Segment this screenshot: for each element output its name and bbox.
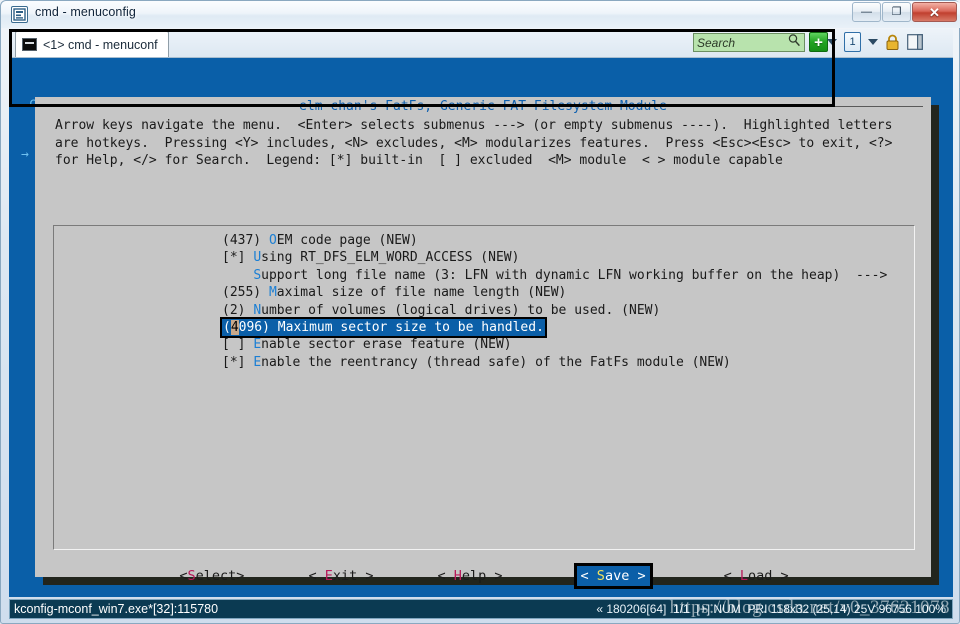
status-left: kconfig-mconf_win7.exe*[32]:115780 (14, 602, 219, 616)
button-label: elp > (461, 568, 503, 584)
close-button[interactable]: ✕ (912, 2, 957, 22)
button-pre: < (723, 568, 740, 584)
window-title: cmd - menuconfig (35, 5, 136, 19)
menu-items: (437) OEM code page (NEW) [*] Using RT_DF… (220, 232, 887, 371)
chevron-down-icon-2[interactable] (868, 32, 878, 52)
item-hotkey: M (268, 285, 277, 301)
item-hotkey: E (253, 337, 262, 353)
button-hotkey: E (324, 568, 333, 584)
dialog-help-text: Arrow keys navigate the menu. <Enter> se… (55, 118, 893, 168)
item-prefix: (437) (222, 233, 269, 248)
search-placeholder: Search (697, 35, 736, 50)
item-label: aximum sector size to be handled. (285, 319, 544, 335)
console-icon (11, 6, 28, 23)
title-rule-left (43, 105, 294, 107)
close-icon: ✕ (929, 4, 940, 20)
screen: cmd - menuconfig — ❐ ✕ <1> cmd - menucon… (0, 0, 960, 624)
item-prefix: [*] (222, 250, 254, 266)
toolbar-icons: 1 (827, 32, 947, 52)
menuconfig-dialog: elm-chan's FatFs, Generic FAT Filesystem… (35, 97, 931, 589)
button-label: oad > (747, 568, 789, 584)
item-prefix: (2) (222, 302, 254, 318)
menu-item[interactable]: (4096) Maximum sector size to be handled… (220, 316, 887, 339)
item-prefix: [*] (222, 354, 254, 370)
dialog-buttons: <Select> < Exit > < Help > < Save > < Load > (53, 559, 915, 593)
dialog-title: elm-chan's FatFs, Generic FAT Filesystem… (299, 98, 667, 114)
window-controls: — ❐ ✕ (852, 2, 957, 22)
item-prefix: (255) (222, 285, 269, 301)
minimize-button[interactable]: — (852, 2, 881, 22)
button-hotkey: L (739, 568, 748, 584)
menu-item[interactable]: Support long file name (3: LFN with dyna… (222, 267, 887, 284)
item-prefix: [ ] (222, 337, 254, 353)
maximize-icon: ❐ (891, 5, 902, 18)
item-cursor: 4 (230, 319, 239, 335)
maximize-button[interactable]: ❐ (882, 2, 911, 22)
console-tab[interactable]: <1> cmd - menuconf (15, 31, 169, 57)
console-toolbar: <1> cmd - menuconf Search + 1 (9, 29, 953, 58)
menu-item[interactable]: (2) Number of volumes (logical drives) t… (222, 302, 887, 319)
button-pre: < (308, 568, 325, 584)
button-label: elect> (195, 568, 245, 584)
menu-item[interactable]: (437) OEM code page (NEW) (222, 232, 887, 249)
lock-icon[interactable] (885, 32, 900, 52)
button-pre: < (179, 568, 188, 584)
item-hotkey: U (253, 250, 262, 266)
title-bar[interactable]: cmd - menuconfig — ❐ ✕ (1, 1, 960, 28)
item-label: aximal size of file name length (NEW) (276, 285, 567, 301)
item-label: umber of volumes (logical drives) to be … (261, 302, 661, 318)
minimize-icon: — (861, 5, 872, 18)
item-hotkey: M (277, 319, 286, 335)
search-icon (787, 33, 801, 52)
console-body: .config - RT-Thread Configuration → RT-T… (9, 58, 953, 597)
dialog-button-exit[interactable]: < Exit > (304, 566, 377, 586)
button-hotkey: S (187, 568, 196, 584)
button-pre: < (437, 568, 454, 584)
item-label: upport long file name (3: LFN with dynam… (261, 267, 888, 283)
button-pre: < (580, 568, 597, 584)
title-rule-right (672, 105, 924, 107)
dialog-button-load[interactable]: < Load > (720, 566, 793, 586)
new-tab-button[interactable]: + (809, 32, 828, 52)
button-hotkey: H (453, 568, 462, 584)
item-hotkey: S (253, 267, 262, 283)
split-pane-icon[interactable] (907, 32, 923, 52)
item-label: EM code page (NEW) (276, 233, 418, 248)
menu-list[interactable]: (437) OEM code page (NEW) [*] Using RT_DF… (53, 225, 915, 550)
item-hotkey: E (253, 354, 262, 370)
dialog-button-select[interactable]: <Select> (175, 566, 248, 586)
console-tab-icon (22, 38, 37, 51)
dialog-button-save[interactable]: < Save > (573, 563, 653, 589)
status-bar: kconfig-mconf_win7.exe*[32]:115780 « 180… (9, 597, 953, 619)
item-hotkey: N (253, 302, 262, 318)
menu-item[interactable]: (255) Maximal size of file name length (… (222, 284, 887, 301)
button-hotkey: S (596, 568, 605, 584)
item-prefix (222, 268, 253, 283)
status-right: « 180206[64] 1/1 [+] NUM PRI 118x32 (25,… (596, 602, 946, 616)
item-hotkey: O (268, 233, 277, 248)
menu-item[interactable]: [*] Using RT_DFS_ELM_WORD_ACCESS (NEW) (222, 249, 887, 266)
item-label: nable the reentrancy (thread safe) of th… (261, 354, 731, 370)
item-label: nable sector erase feature (NEW) (261, 337, 512, 353)
plus-icon: + (814, 33, 823, 51)
selected-menu-item[interactable]: (4096) Maximum sector size to be handled… (220, 316, 547, 339)
hamburger-menu-icon[interactable] (930, 32, 947, 52)
item-prefix: ( (223, 319, 231, 335)
menu-item[interactable]: [*] Enable the reentrancy (thread safe) … (222, 354, 887, 371)
dialog-button-help[interactable]: < Help > (433, 566, 506, 586)
console-tab-label: <1> cmd - menuconf (43, 37, 158, 52)
window-frame: cmd - menuconfig — ❐ ✕ <1> cmd - menucon… (0, 0, 960, 624)
search-input[interactable]: Search (693, 33, 805, 52)
button-label: ave > (604, 568, 646, 584)
item-value: 096) (238, 319, 278, 335)
chevron-down-icon[interactable] (827, 32, 837, 52)
button-label: xit > (332, 568, 374, 584)
dialog-title-bar: elm-chan's FatFs, Generic FAT Filesystem… (35, 97, 931, 115)
menu-item[interactable]: [ ] Enable sector erase feature (NEW) (222, 336, 887, 353)
window-number-icon[interactable]: 1 (844, 32, 861, 52)
item-label: sing RT_DFS_ELM_WORD_ACCESS (NEW) (261, 250, 520, 266)
